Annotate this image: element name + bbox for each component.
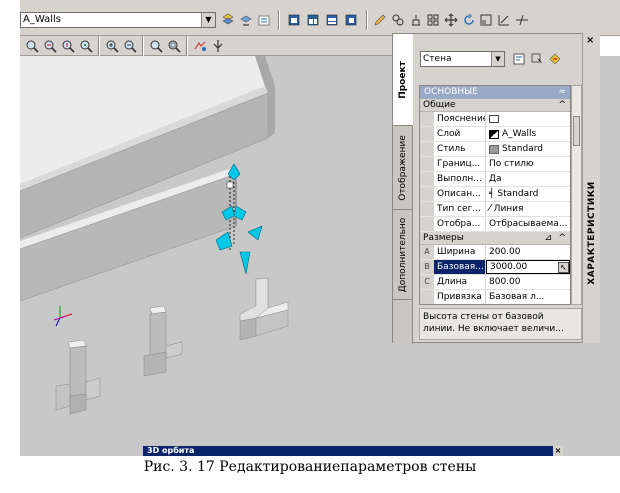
window-icon[interactable] xyxy=(343,12,359,28)
chevron-down-icon[interactable]: ▼ xyxy=(491,52,504,66)
zoom-dynamic-icon[interactable] xyxy=(42,38,58,54)
chevron-up-icon[interactable]: ^ xyxy=(558,232,566,245)
window-icon[interactable] xyxy=(286,12,302,28)
grip-down xyxy=(239,251,251,275)
array-icon[interactable] xyxy=(425,12,441,28)
close-icon[interactable]: × xyxy=(553,446,563,456)
property-row[interactable]: Границ... По стилю xyxy=(420,157,570,172)
stretch-icon[interactable] xyxy=(496,12,512,28)
palette-title: ХАРАКТЕРИСТИКИ xyxy=(586,181,597,285)
zoom-toolbar xyxy=(20,36,392,56)
object-type-combo[interactable]: Стена ▼ xyxy=(420,51,505,67)
layer-states-icon[interactable] xyxy=(220,12,236,28)
pan-realtime-icon[interactable] xyxy=(192,38,208,54)
property-row[interactable]: Стиль Standard xyxy=(420,142,570,157)
tab-display[interactable]: Отображение xyxy=(393,126,413,210)
chevron-down-icon[interactable]: ▼ xyxy=(201,13,215,27)
palette-title-strip[interactable]: × ХАРАКТЕРИСТИКИ xyxy=(582,33,600,343)
note-icon[interactable] xyxy=(489,115,499,123)
ucs-icon xyxy=(53,306,73,327)
property-row[interactable]: Описан... ╡ Standard xyxy=(420,187,570,202)
zoom-scale-icon[interactable] xyxy=(60,38,76,54)
property-row[interactable]: Слой A_Walls xyxy=(420,127,570,142)
align-icon[interactable] xyxy=(408,12,424,28)
style-icon xyxy=(489,144,499,154)
tab-extended[interactable]: Дополнительно xyxy=(393,210,413,300)
chevron-up-icon[interactable]: ^ xyxy=(558,99,566,112)
orbit-icon[interactable] xyxy=(210,38,226,54)
trim-icon[interactable] xyxy=(514,12,530,28)
pencil-icon[interactable] xyxy=(372,12,388,28)
window-icon[interactable] xyxy=(305,12,321,28)
line-icon: ⁄ xyxy=(489,203,491,214)
zoom-all-icon[interactable] xyxy=(148,38,164,54)
quick-select-icon[interactable] xyxy=(511,51,527,67)
window-icon[interactable] xyxy=(324,12,340,28)
toggle-pickadd-icon[interactable] xyxy=(547,51,563,67)
close-icon[interactable]: × xyxy=(586,35,594,46)
pick-point-icon[interactable]: ↖ xyxy=(558,261,569,273)
section-general[interactable]: Общие ^ xyxy=(420,99,570,112)
zoom-in-icon[interactable] xyxy=(104,38,120,54)
dimension-icon[interactable]: ⊿ xyxy=(544,232,552,245)
wall-cleanup-icon: ╡ xyxy=(489,189,495,199)
figure-caption: Рис. 3. 17 Редактированиепараметров стен… xyxy=(143,459,477,475)
property-row[interactable]: Отобра... Отбрасываема... xyxy=(420,217,570,232)
properties-scrollbar[interactable] xyxy=(571,85,582,305)
top-toolbar: A_Walls ▼ xyxy=(20,0,620,36)
section-basic[interactable]: ОСНОВНЫЕ ≈ xyxy=(420,86,570,99)
property-row[interactable]: Выполн... Да xyxy=(420,172,570,187)
scale-icon[interactable] xyxy=(478,12,494,28)
layer-icon xyxy=(489,129,499,139)
zoom-center-icon[interactable] xyxy=(78,38,94,54)
select-objects-icon[interactable] xyxy=(529,51,545,67)
collapse-icon[interactable]: ≈ xyxy=(558,86,566,99)
layer-manager-icon[interactable] xyxy=(256,12,272,28)
section-dimensions[interactable]: Размеры ^ ⊿ xyxy=(420,232,570,245)
properties-palette: Проект Отображение Дополнительно Стена ▼… xyxy=(392,33,600,344)
palette-content: Стена ▼ ОСНОВНЫЕ ≈ Общие ^ Пояснение Слой A… xyxy=(415,34,599,344)
property-row[interactable]: Привязка Базовая л... xyxy=(420,290,570,304)
move-icon[interactable] xyxy=(443,12,459,28)
property-description: Высота стены от базовой линии. Не включа… xyxy=(419,308,582,340)
zoom-out-icon[interactable] xyxy=(122,38,138,54)
tab-project[interactable]: Проект xyxy=(393,34,413,126)
rotate-icon[interactable] xyxy=(461,12,477,28)
zoom-window-icon[interactable] xyxy=(24,38,40,54)
property-row[interactable]: Пояснение xyxy=(420,112,570,127)
palette-tabs: Проект Отображение Дополнительно xyxy=(393,34,413,344)
property-row[interactable]: C Длина 800.00 xyxy=(420,275,570,290)
property-row[interactable]: A Ширина 200.00 xyxy=(420,245,570,260)
properties-grid: ОСНОВНЫЕ ≈ Общие ^ Пояснение Слой A_Walls С… xyxy=(419,85,571,305)
layer-combo[interactable]: A_Walls ▼ xyxy=(20,12,216,28)
zoom-extents-icon[interactable] xyxy=(166,38,182,54)
grip-base xyxy=(215,231,233,251)
grip-arrow xyxy=(247,225,263,241)
layer-previous-icon[interactable] xyxy=(238,12,254,28)
layer-combo-value: A_Walls xyxy=(23,14,61,25)
orbit-toolbar-title[interactable]: 3D орбита × xyxy=(143,446,563,456)
base-height-input[interactable]: 3000.00 ↖ xyxy=(486,260,570,274)
property-row-selected[interactable]: B Базовая... 3000.00 ↖ xyxy=(420,260,570,275)
link-icon[interactable] xyxy=(390,12,406,28)
property-row[interactable]: Тип сег... ⁄ Линия xyxy=(420,202,570,217)
